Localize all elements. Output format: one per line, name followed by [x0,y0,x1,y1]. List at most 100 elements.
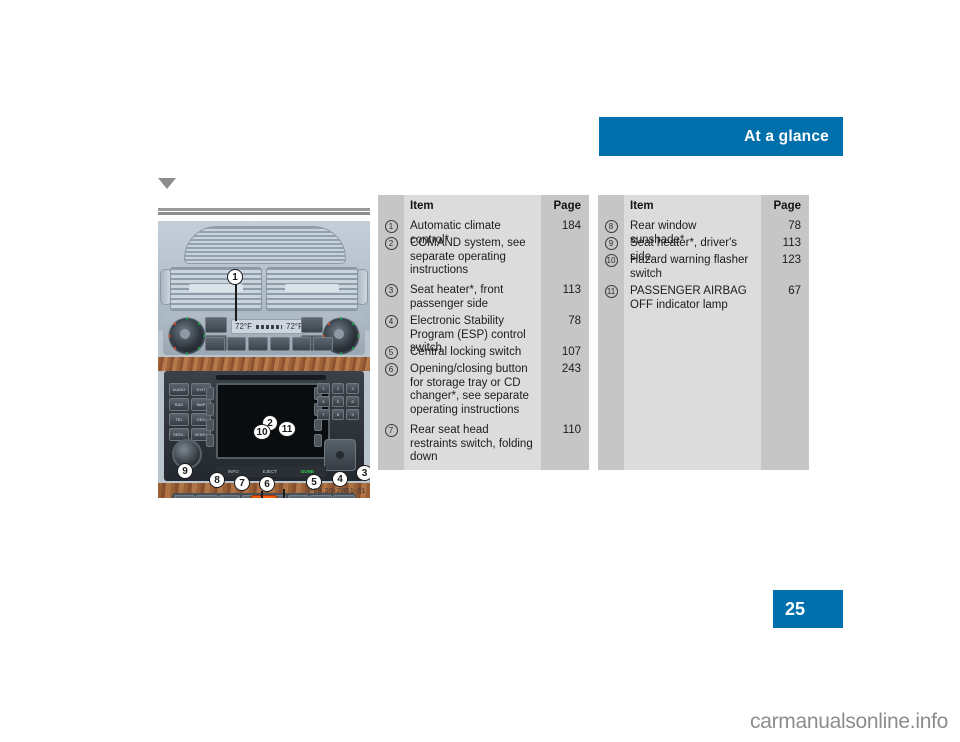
table-row-number: 7 [378,421,404,452]
comand-soft-key [206,434,214,447]
console-switch [219,494,241,498]
left-table-page-column: Page 184 113 78 107 243 110 [541,195,589,470]
table-row-item: Central locking switch [410,346,522,358]
console-switch [310,494,332,498]
table-row-number: 8 [598,217,624,234]
table-row-page: 113 [562,284,581,296]
comand-keypad: 1 2 3 4 5 6 7 8 9 [317,383,359,445]
air-vent-right [266,267,358,311]
table-row-number: 5 [378,343,404,360]
air-vent-left [170,267,262,311]
figure-callout-9: 9 [177,463,193,479]
left-table-item-column: Item Automatic climate control* COMAND s… [404,195,541,470]
section-title: At a glance [744,127,829,145]
section-header-bar: At a glance [599,117,843,156]
hazard-warning-flasher-switch [250,495,278,498]
climate-level-bars [256,324,282,329]
comand-keypad-key: 8 [331,409,345,420]
left-table-page-header: Page [553,200,582,212]
table-row-number: 1 [378,217,404,234]
down-triangle-icon [158,178,176,189]
leader-line-11 [283,489,285,498]
comand-keypad-key: 2 [331,383,345,394]
comand-key: RAD [169,398,189,411]
comand-keypad-key: 6 [346,396,359,407]
comand-navigation-pad [324,439,356,471]
dashboard-figure: 72°F 72°F AUDIO EXIT RAD MAP TEL GEO SEE… [158,221,370,498]
figure-callout-8: 8 [209,472,225,488]
left-item-table: 1 2 3 4 5 6 7 Item Automatic climate con… [378,195,589,470]
comand-keypad-key: 4 [317,396,330,407]
right-table-page-header: Page [773,200,802,212]
right-table-page-column: Page 78 113 123 67 [761,195,809,470]
table-row-page [541,234,589,281]
figure-top-rule [158,208,370,215]
comand-soft-key [206,418,214,432]
figure-caption: P68.20-2851-31 [308,486,366,495]
left-table-item-header: Item [410,200,434,212]
climate-button [205,337,225,351]
figure-callout-1: 1 [227,269,243,285]
climate-button [226,337,247,351]
table-row-page: 107 [561,346,581,358]
right-item-table: 8 9 10 11 Item Rear window sunshade* Sea… [598,195,809,470]
table-row-item: Rear window sunshade* [630,220,697,246]
figure-callout-4: 4 [332,471,348,487]
dashboard-upper: 72°F 72°F [158,221,370,355]
leader-line-10 [261,491,263,498]
table-row-item: Electronic Stability Program (ESP) contr… [410,315,526,355]
table-row-item: Seat heater*, driver's side [630,237,738,263]
table-row-page: 184 [561,220,581,232]
table-row-number: 9 [598,234,624,251]
climate-button [313,337,334,351]
table-row-page: 110 [562,424,581,436]
console-switch [333,494,355,498]
table-row-item: Seat heater*, front passenger side [410,284,504,310]
table-row-number: 10 [598,251,624,282]
left-table-number-column: 1 2 3 4 5 6 7 [378,195,404,470]
temperature-dots-left [168,317,206,355]
table-row-page: 123 [781,254,801,266]
console-switch [287,494,309,498]
table-row-page: 78 [788,220,801,232]
table-row-item: Automatic climate control* [410,220,501,246]
table-row-page: 78 [568,315,581,327]
table-row-item: Rear seat head restraints switch, foldin… [410,424,533,464]
table-row-number: 4 [378,312,404,343]
document-page: At a glance 72°F 72°F AUDIO EXIT RAD MAP… [0,0,960,742]
table-row-number: 11 [598,282,624,313]
climate-temp-left: 72°F [235,322,252,331]
console-switch [196,494,218,498]
table-row-page: 67 [788,285,801,297]
figure-callout-11: 11 [278,421,296,437]
center-air-vents [170,267,358,311]
table-row-number: 2 [378,234,404,281]
figure-callout-10: 10 [253,424,271,440]
right-table-item-header: Item [630,200,654,212]
right-table-number-header [598,195,624,217]
left-table-number-header [378,195,404,217]
site-watermark: carmanualsonline.info [750,710,948,733]
wood-trim-upper [158,357,370,371]
table-row-item: Hazard warning flasher switch [630,254,749,280]
comand-keypad-key: 3 [346,383,359,394]
figure-callout-3: 3 [356,465,370,481]
page-number: 25 [785,598,806,619]
table-row-item: PASSENGER AIRBAG OFF indicator lamp [630,285,747,311]
table-row-item: COMAND system, see separate operating in… [410,237,526,277]
comand-keypad-key: 1 [317,383,330,394]
comand-key: AUDIO [169,383,189,396]
comand-soft-keys-left [206,387,214,447]
climate-function-buttons [205,337,334,351]
figure-callout-6: 6 [259,476,275,492]
comand-soft-key [206,387,214,400]
right-table-number-column: 8 9 10 11 [598,195,624,470]
table-row-number: 3 [378,281,404,312]
climate-display: 72°F 72°F [231,319,307,334]
figure-callout-7: 7 [234,475,250,491]
table-row-item: Opening/closing button for storage tray … [410,363,529,416]
comand-eject-label: EJECT [262,469,277,474]
comand-info-label: INFO [227,469,239,474]
climate-button [301,317,323,333]
leader-line-1 [235,285,237,321]
